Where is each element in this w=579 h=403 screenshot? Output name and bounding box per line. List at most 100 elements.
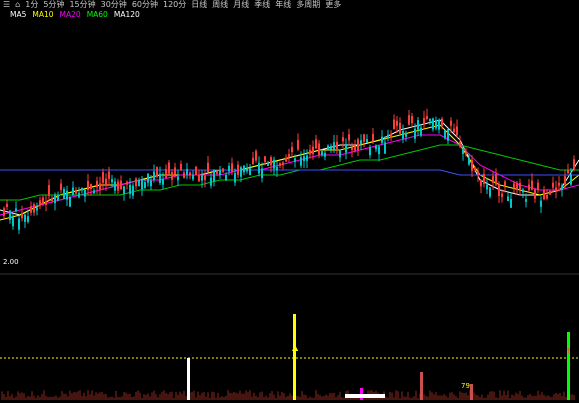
candle-body [288, 154, 290, 157]
candle-body [531, 180, 533, 190]
candle-body [150, 180, 152, 187]
candle-body [255, 150, 257, 161]
candle-body [393, 119, 395, 129]
candle-body [564, 176, 566, 185]
candle-body [60, 183, 62, 191]
candle-body [516, 182, 518, 191]
candle-body [90, 184, 92, 189]
candle-body [501, 193, 503, 197]
candle-body [258, 162, 260, 174]
candle-body [144, 182, 146, 189]
candle-body [24, 214, 26, 223]
candle-body [27, 216, 29, 222]
candle-body [231, 163, 233, 172]
candle-body [492, 176, 494, 183]
candle-body [186, 169, 188, 175]
candle-body [555, 187, 557, 191]
candle-body [456, 126, 458, 136]
candle-body [243, 165, 245, 173]
candle-body [63, 189, 65, 199]
candle-body [108, 171, 110, 179]
candle-body [378, 146, 380, 155]
candle-body [6, 203, 8, 208]
candle-body [465, 152, 467, 155]
candle-body [345, 144, 347, 153]
candle-body [228, 166, 230, 172]
candle-body [444, 130, 446, 139]
signal-bar [420, 372, 423, 400]
candle-body [363, 134, 365, 142]
candle-body [360, 140, 362, 144]
candle-body [78, 192, 80, 198]
candle-body [336, 141, 338, 151]
candle-body [93, 190, 95, 194]
candle-body [87, 180, 89, 190]
candle-body [429, 118, 431, 122]
flat-bar [345, 394, 385, 398]
candle-body [54, 194, 56, 204]
candle-body [375, 145, 377, 150]
candle-body [420, 127, 422, 136]
candle-body [42, 197, 44, 205]
candle-body [159, 173, 161, 183]
candle-body [450, 120, 452, 126]
candle-body [21, 213, 23, 219]
candle-body [558, 182, 560, 186]
candle-body [279, 163, 281, 166]
candle-body [192, 174, 194, 180]
candle-body [453, 128, 455, 133]
candle-body [120, 180, 122, 190]
candle-body [15, 208, 17, 212]
candle-body [252, 157, 254, 165]
candle-body [261, 168, 263, 179]
candle-body [339, 150, 341, 158]
candle-body [525, 199, 527, 202]
candle-body [216, 171, 218, 174]
candle-body [447, 129, 449, 141]
candle-body [57, 194, 59, 201]
candle-body [504, 181, 506, 186]
signal-bar [470, 384, 473, 400]
candle-body [225, 174, 227, 181]
candle-body [549, 190, 551, 195]
candle-body [162, 179, 164, 185]
signal-bar [187, 358, 190, 400]
candle-body [534, 189, 536, 199]
candle-body [168, 162, 170, 174]
candle-body [126, 181, 128, 185]
candle-body [141, 179, 143, 190]
candle-body [432, 118, 434, 130]
signal-bar [293, 314, 296, 400]
candle-body [123, 186, 125, 194]
candle-body [198, 174, 200, 182]
candle-body [72, 187, 74, 195]
kline-chart[interactable]: ▲ ↑ [0, 0, 579, 403]
candle-body [390, 134, 392, 139]
candle-body [543, 189, 545, 200]
candle-body [174, 167, 176, 175]
candle-body [213, 170, 215, 182]
candle-body [495, 174, 497, 185]
candle-body [573, 159, 575, 169]
candle-body [471, 159, 473, 171]
candle-body [318, 143, 320, 155]
candle-body [222, 168, 224, 172]
candle-body [396, 120, 398, 126]
candle-body [561, 185, 563, 191]
candle-body [132, 185, 134, 196]
candle-body [69, 196, 71, 207]
low-price-label: 2.00 [3, 258, 19, 266]
candle-body [321, 151, 323, 155]
candle-body [285, 157, 287, 162]
candle-body [165, 168, 167, 178]
candle-body [372, 133, 374, 142]
candle-body [30, 206, 32, 213]
up-marker: ▲ [292, 343, 299, 352]
candle-body [3, 208, 5, 216]
candle-body [513, 183, 515, 188]
candle-body [237, 164, 239, 175]
candle-body [297, 140, 299, 150]
candle-body [489, 187, 491, 197]
candle-body [276, 166, 278, 171]
candle-body [48, 185, 50, 196]
